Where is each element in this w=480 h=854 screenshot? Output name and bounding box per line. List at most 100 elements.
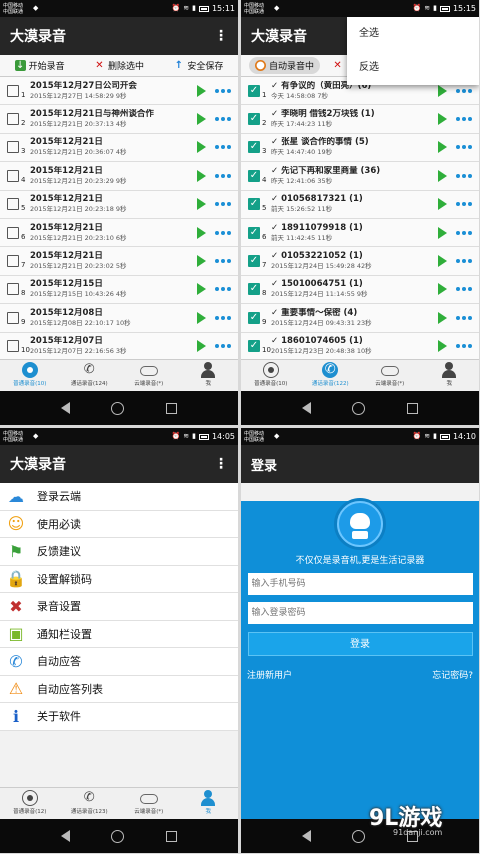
play-icon[interactable] [438, 255, 447, 268]
play-icon[interactable] [438, 141, 447, 154]
recents-icon[interactable] [166, 402, 178, 414]
list-item[interactable]: 8 2015年12月15日 2015年12月15日 10:43:26 4秒 [0, 275, 238, 305]
home-icon[interactable] [111, 401, 125, 415]
list-item[interactable]: 2 2015年12月21日与神州谈合作 2015年12月21日 20:37:13 4… [0, 105, 238, 134]
row-checkbox[interactable] [7, 226, 19, 239]
menu-item-auto-answer-list[interactable]: ⚠ 自动应答列表 [0, 676, 238, 703]
play-icon[interactable] [438, 169, 447, 182]
more-icon[interactable] [215, 283, 231, 295]
play-icon[interactable] [438, 311, 447, 324]
tab-call-recordings[interactable]: ✆ 通话录音(122) [301, 360, 361, 391]
login-button[interactable]: 登录 [247, 632, 473, 656]
play-icon[interactable] [438, 198, 447, 211]
more-icon[interactable] [456, 227, 472, 239]
list-item[interactable]: ✓ 8 ✓ 15010064751 (1) 2015年12月24日 11:14:55 … [241, 275, 479, 305]
row-checkbox[interactable] [7, 283, 19, 296]
list-item[interactable]: 10 2015年12月07日 2015年12月07日 22:16:56 3秒 [0, 332, 238, 361]
more-icon[interactable] [215, 340, 231, 352]
list-item[interactable]: 6 2015年12月21日 2015年12月21日 20:23:10 6秒 [0, 218, 238, 248]
list-item[interactable]: ✓ 6 ✓ 18911079918 (1) 前天 11:42:45 11秒 [241, 218, 479, 248]
list-item[interactable]: 4 2015年12月21日 2015年12月21日 20:23:29 9秒 [0, 162, 238, 191]
tab-me[interactable]: 我 [179, 788, 239, 819]
tab-cloud-recordings[interactable]: 云端录音(*) [360, 360, 420, 391]
start-recording-button[interactable]: ↓ 开始录音 [0, 59, 79, 72]
play-icon[interactable] [197, 169, 206, 182]
play-icon[interactable] [438, 283, 447, 296]
more-icon[interactable] [456, 340, 472, 352]
row-checkbox[interactable] [7, 141, 19, 154]
tab-normal-recordings[interactable]: 普通录音(10) [0, 360, 60, 391]
list-item[interactable]: ✓ 3 ✓ 张星 谈合作的事情 (5) 昨天 14:47:40 19秒 [241, 133, 479, 163]
row-checkbox-checked[interactable]: ✓ [248, 169, 260, 182]
menu-item-recording-settings[interactable]: ✖ 录音设置 [0, 593, 238, 621]
list-item[interactable]: ✓ 9 ✓ 重要事情～保密 (4) 2015年12月24日 09:43:31 23秒 [241, 304, 479, 333]
play-icon[interactable] [197, 311, 206, 324]
tab-call-recordings[interactable]: ✆ 通话录音(124) [60, 360, 120, 391]
more-icon[interactable] [456, 198, 472, 210]
menu-item-feedback[interactable]: ⚑ 反馈建议 [0, 538, 238, 566]
back-icon[interactable] [60, 402, 70, 414]
home-icon[interactable] [352, 829, 366, 843]
auto-recording-button[interactable]: ● 自动录音中 [249, 57, 321, 74]
menu-item-about[interactable]: ℹ 关于软件 [0, 703, 238, 731]
more-icon[interactable] [215, 141, 231, 153]
play-icon[interactable] [438, 113, 447, 126]
menu-item-auto-answer[interactable]: ✆ 自动应答 [0, 648, 238, 676]
more-icon[interactable] [215, 170, 231, 182]
more-icon[interactable] [215, 85, 231, 97]
overflow-menu-icon[interactable]: ⋮ [214, 456, 228, 472]
tab-cloud-recordings[interactable]: 云端录音(*) [119, 788, 179, 819]
invert-selection-menu-item[interactable]: 反选 [347, 51, 479, 85]
more-icon[interactable] [456, 255, 472, 267]
list-item[interactable]: 3 2015年12月21日 2015年12月21日 20:36:07 4秒 [0, 133, 238, 163]
row-checkbox-checked[interactable]: ✓ [248, 113, 260, 126]
row-checkbox-checked[interactable]: ✓ [248, 340, 260, 353]
list-item[interactable]: ✓ 7 ✓ 01053221052 (1) 2015年12月24日 15:49:28 … [241, 247, 479, 276]
play-icon[interactable] [197, 198, 206, 211]
row-checkbox-checked[interactable]: ✓ [248, 198, 260, 211]
list-item[interactable]: 1 2015年12月27日公司开会 2015年12月27日 14:58:29 9秒 [0, 77, 238, 106]
recents-icon[interactable] [407, 402, 419, 414]
row-checkbox[interactable] [7, 84, 19, 97]
more-icon[interactable] [215, 227, 231, 239]
list-item[interactable]: ✓ 2 ✓ 李晓明 借钱2万块钱 (1) 昨天 17:44:23 11秒 [241, 105, 479, 134]
row-checkbox-checked[interactable]: ✓ [248, 283, 260, 296]
more-icon[interactable] [456, 85, 472, 97]
row-checkbox[interactable] [7, 169, 19, 182]
row-checkbox-checked[interactable]: ✓ [248, 255, 260, 268]
list-item[interactable]: ✓ 4 ✓ 先记下再和家里商量 (36) 昨天 12:41:06 35秒 [241, 162, 479, 191]
delete-selected-button[interactable]: ✕ [332, 60, 343, 71]
play-icon[interactable] [438, 84, 447, 97]
list-item[interactable]: ✓ 10 ✓ 18601074605 (1) 2015年12月23日 20:48:38… [241, 332, 479, 361]
tab-call-recordings[interactable]: ✆ 通话录音(123) [60, 788, 120, 819]
home-icon[interactable] [111, 829, 125, 843]
home-icon[interactable] [352, 401, 366, 415]
recents-icon[interactable] [166, 830, 178, 842]
back-icon[interactable] [301, 402, 311, 414]
play-icon[interactable] [197, 340, 206, 353]
play-icon[interactable] [197, 141, 206, 154]
safe-save-button[interactable]: ↑ 安全保存 [159, 59, 238, 72]
play-icon[interactable] [438, 340, 447, 353]
more-icon[interactable] [215, 113, 231, 125]
tab-normal-recordings[interactable]: 普通录音(12) [0, 788, 60, 819]
row-checkbox-checked[interactable]: ✓ [248, 226, 260, 239]
menu-item-notification-settings[interactable]: ▣ 通知栏设置 [0, 621, 238, 648]
play-icon[interactable] [197, 255, 206, 268]
more-icon[interactable] [456, 113, 472, 125]
menu-item-read-me[interactable]: ☺ 使用必读 [0, 511, 238, 538]
more-icon[interactable] [215, 312, 231, 324]
tab-normal-recordings[interactable]: 普通录音(10) [241, 360, 301, 391]
play-icon[interactable] [197, 113, 206, 126]
back-icon[interactable] [301, 830, 311, 842]
password-input[interactable] [247, 602, 473, 624]
list-item[interactable]: 9 2015年12月08日 2015年12月08日 22:10:17 10秒 [0, 304, 238, 333]
more-icon[interactable] [215, 255, 231, 267]
menu-item-unlock-code[interactable]: 🔒 设置解锁码 [0, 566, 238, 593]
play-icon[interactable] [438, 226, 447, 239]
more-icon[interactable] [456, 283, 472, 295]
list-item[interactable]: ✓ 5 ✓ 01056817321 (1) 前天 15:26:52 11秒 [241, 190, 479, 219]
overflow-menu-icon[interactable]: ⋮ [214, 28, 228, 44]
back-icon[interactable] [60, 830, 70, 842]
row-checkbox-checked[interactable]: ✓ [248, 141, 260, 154]
